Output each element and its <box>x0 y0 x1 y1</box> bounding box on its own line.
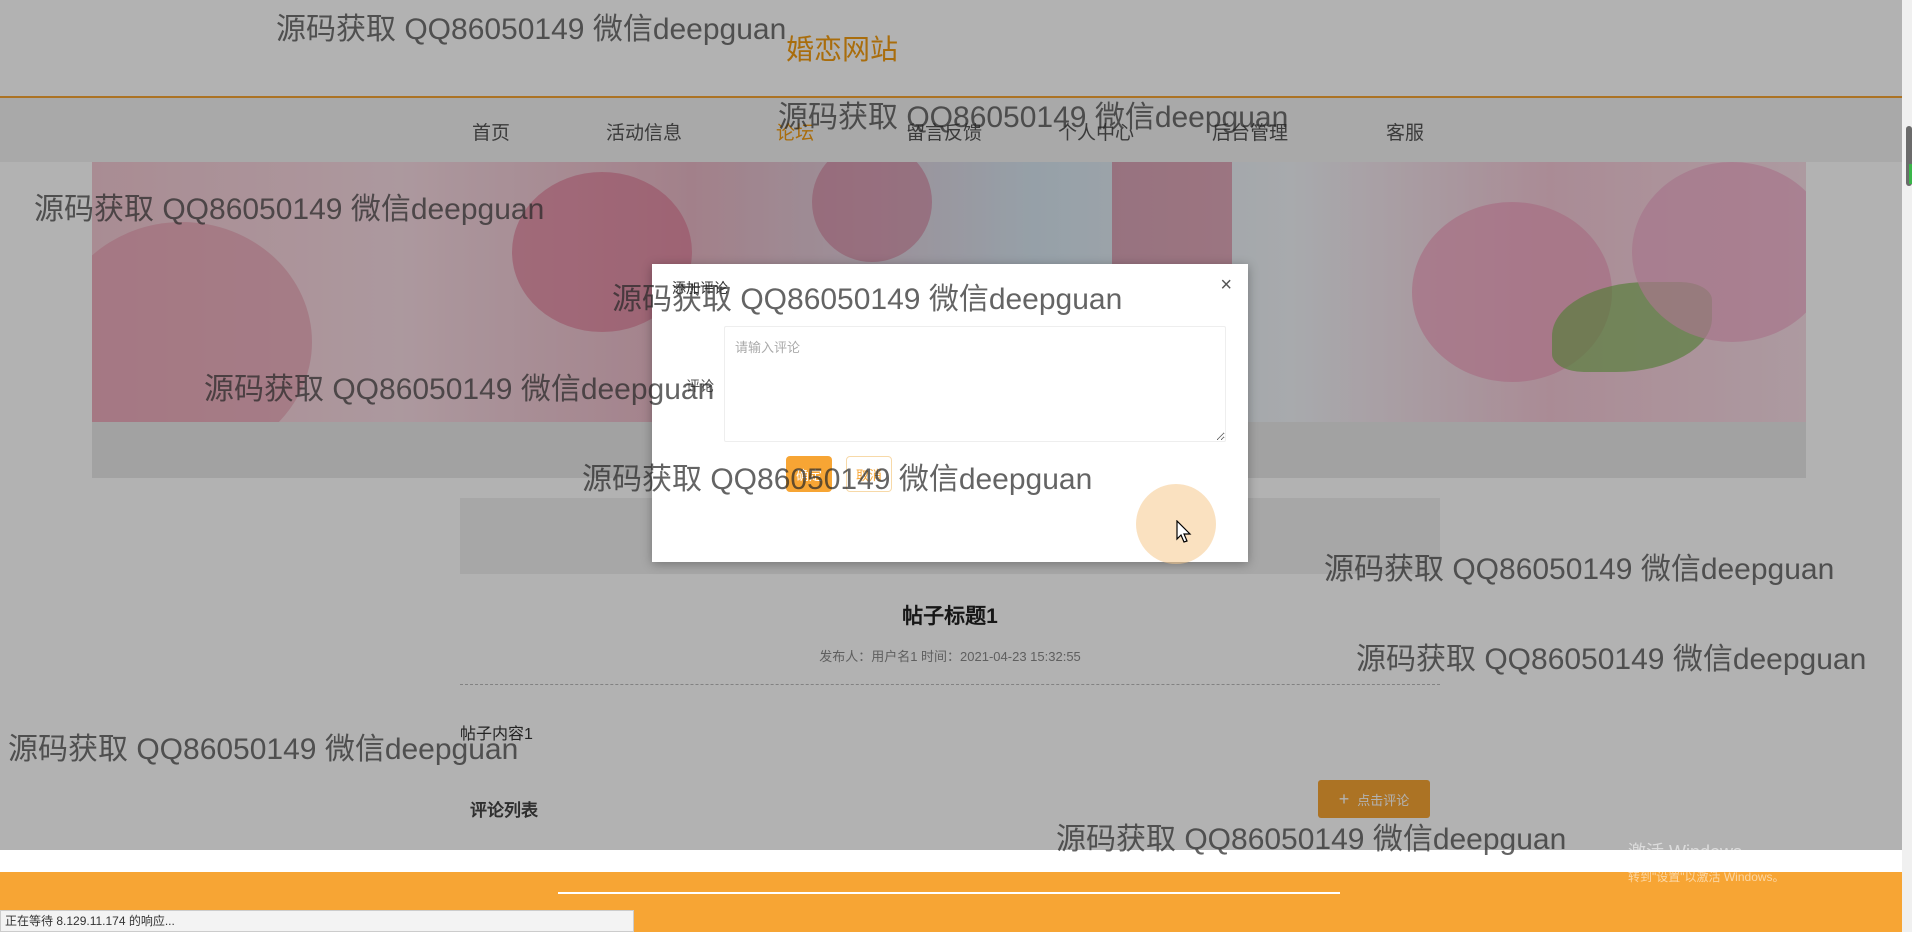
windows-activation-notice: 激活 Windows 转到"设置"以激活 Windows。 <box>1628 838 1785 885</box>
comment-field-label: 评论 <box>686 378 714 394</box>
cancel-button[interactable]: 取消 <box>846 456 892 492</box>
confirm-button[interactable]: 确定 <box>786 456 832 492</box>
comment-textarea[interactable] <box>724 326 1226 442</box>
mouse-cursor-icon <box>1176 520 1192 543</box>
browser-status-bar: 正在等待 8.129.11.174 的响应... <box>0 910 634 932</box>
close-icon[interactable]: × <box>1220 274 1232 297</box>
modal-title: 添加评论 <box>672 280 728 296</box>
footer-divider <box>558 892 1340 894</box>
windows-activation-title: 激活 Windows <box>1628 842 1743 862</box>
windows-activation-hint: 转到"设置"以激活 Windows。 <box>1628 870 1785 884</box>
